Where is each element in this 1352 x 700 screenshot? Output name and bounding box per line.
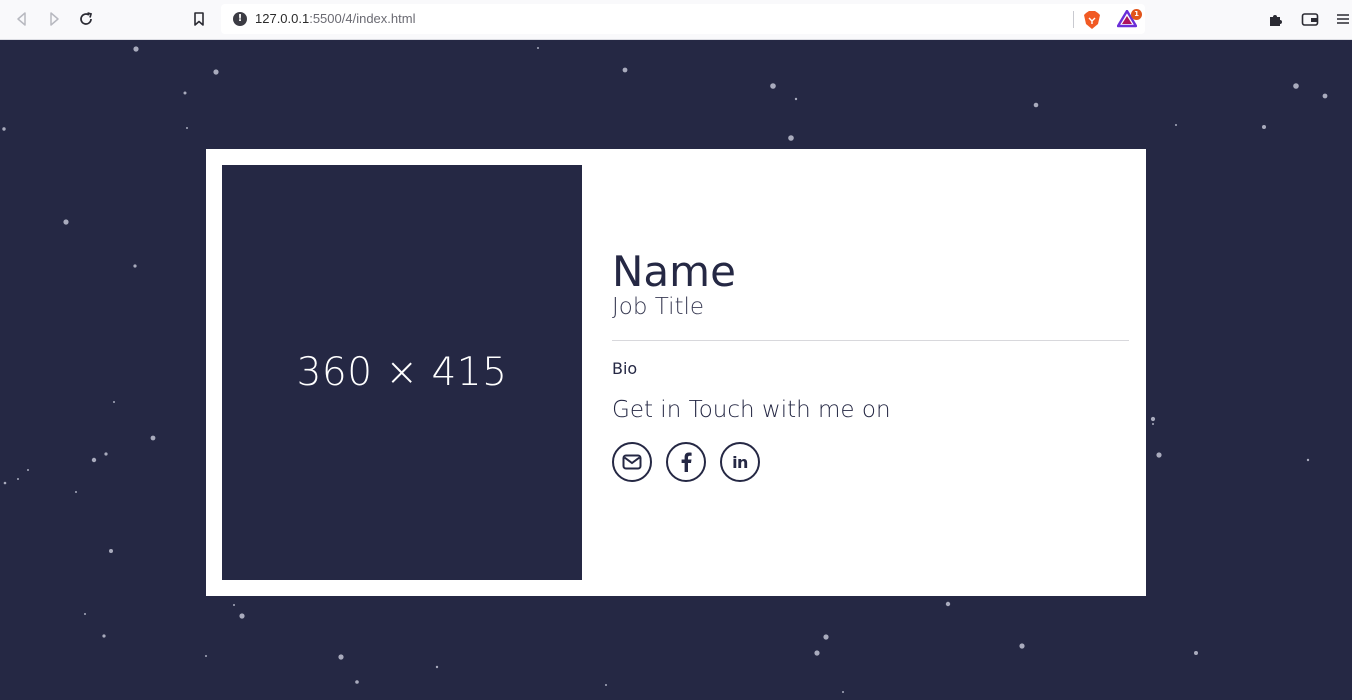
email-icon <box>622 454 642 470</box>
profile-photo-placeholder: 360 × 415 <box>222 165 582 580</box>
reload-icon[interactable] <box>74 8 98 30</box>
divider <box>612 340 1129 341</box>
wallet-icon[interactable] <box>1298 8 1322 30</box>
email-link[interactable] <box>612 442 652 482</box>
social-links: in <box>612 442 760 482</box>
bio-text: Bio <box>612 359 638 378</box>
contact-heading: Get in Touch with me on <box>612 397 891 423</box>
profile-name: Name <box>612 247 736 296</box>
facebook-icon <box>680 452 692 472</box>
extensions-icon[interactable] <box>1264 8 1288 30</box>
url-path: :5500/4/index.html <box>309 11 416 26</box>
site-info-icon[interactable]: ! <box>233 12 247 26</box>
photo-placeholder-label: 360 × 415 <box>296 350 508 395</box>
linkedin-icon: in <box>732 452 748 472</box>
brave-shields-icon[interactable] <box>1083 10 1101 34</box>
rewards-badge: 1 <box>1131 9 1142 20</box>
linkedin-link[interactable]: in <box>720 442 760 482</box>
bookmark-icon[interactable] <box>187 8 211 30</box>
job-title: Job Title <box>612 294 705 320</box>
back-icon[interactable] <box>10 8 34 30</box>
url-host: 127.0.0.1 <box>255 11 310 26</box>
forward-icon[interactable] <box>42 8 66 30</box>
menu-icon[interactable] <box>1332 8 1352 30</box>
address-bar[interactable]: ! 127.0.0.1:5500/4/index.html 1 <box>221 4 1145 34</box>
facebook-link[interactable] <box>666 442 706 482</box>
url-text[interactable]: 127.0.0.1:5500/4/index.html <box>255 11 415 26</box>
browser-toolbar: ! 127.0.0.1:5500/4/index.html 1 <box>0 0 1352 40</box>
profile-card: 360 × 415 Name Job Title Bio Get in Touc… <box>206 149 1146 596</box>
url-separator <box>1073 11 1074 28</box>
